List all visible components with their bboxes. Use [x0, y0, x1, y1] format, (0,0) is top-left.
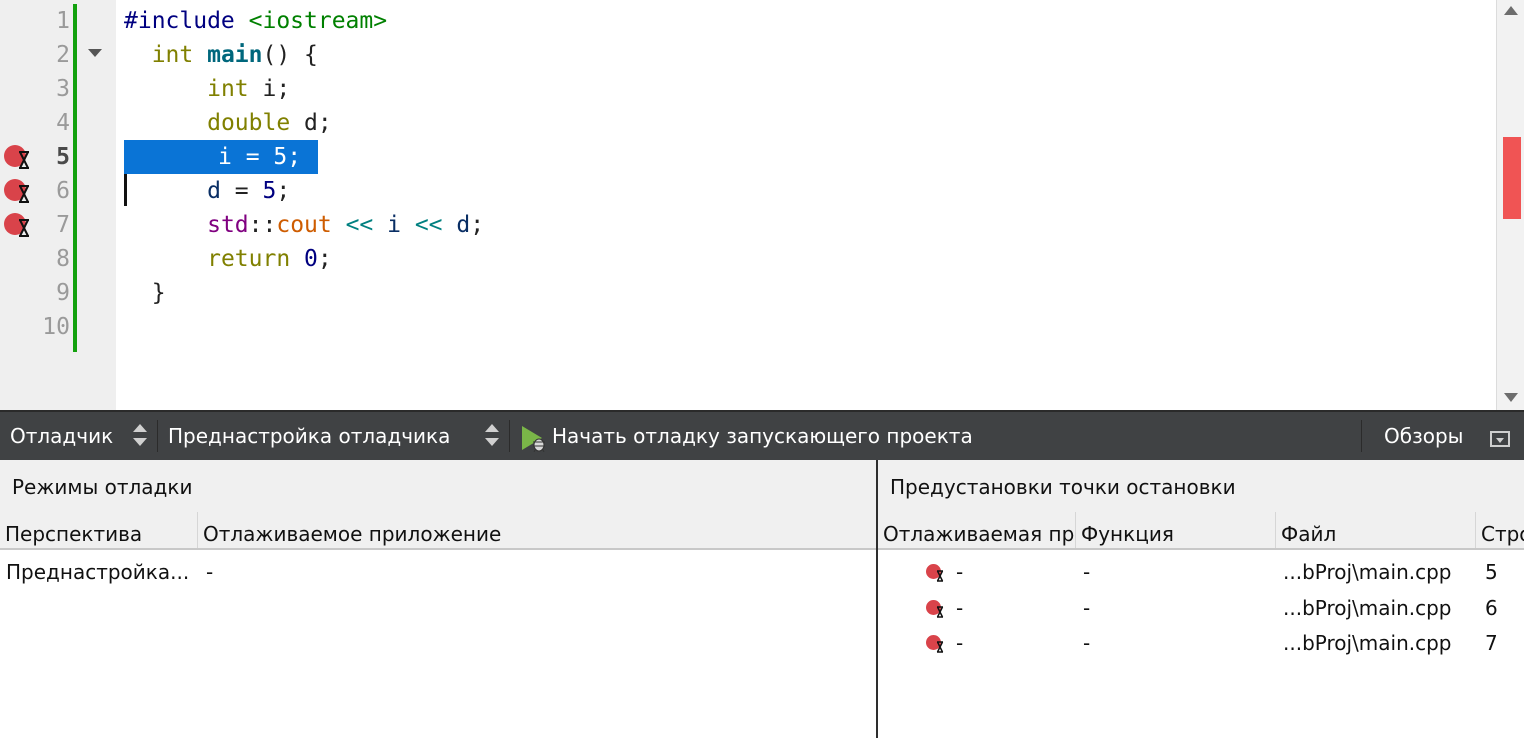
start-debug-button[interactable]: Начать отладку запускающего проекта	[552, 412, 973, 460]
toolbar-divider	[509, 420, 510, 452]
column-header-debugged-app[interactable]: Отлаживаемая пр	[878, 512, 1076, 548]
breakpoint-presets-header: Отлаживаемая пр Функция Файл Стро	[878, 512, 1524, 550]
updown-arrows-icon[interactable]	[133, 424, 147, 448]
line-number: 7	[56, 212, 70, 238]
line-number: 10	[42, 314, 70, 340]
column-header-perspective[interactable]: Перспектива	[0, 512, 198, 548]
views-button[interactable]: Обзоры	[1384, 412, 1463, 460]
breakpoint-hourglass-icon[interactable]	[4, 145, 29, 169]
column-header-app[interactable]: Отлаживаемое приложение	[198, 512, 876, 548]
line-number-current: 5	[56, 144, 70, 170]
breakpoint-hourglass-icon[interactable]	[4, 213, 29, 237]
start-debug-icon[interactable]	[520, 424, 548, 452]
debugger-toolbar: Отладчик Преднастройка отладчика Начать …	[0, 410, 1524, 460]
editor-gutter[interactable]: 1 2 3 4 5 6 7 8 9 10	[0, 0, 116, 410]
scrollbar-marker	[1503, 137, 1521, 219]
debugger-combo-label: Отладчик	[10, 424, 114, 448]
cell-line: 5	[1485, 560, 1498, 584]
breakpoint-hourglass-icon[interactable]	[4, 179, 29, 203]
line-number: 1	[56, 8, 70, 34]
breakpoint-hourglass-icon	[926, 600, 946, 620]
cell-file: ...bProj\main.cpp	[1283, 631, 1452, 655]
cell-line: 6	[1485, 596, 1498, 620]
code-editor[interactable]: 1 2 3 4 5 6 7 8 9 10 i = 5; #include <io…	[0, 0, 1524, 410]
breakpoint-hourglass-icon	[926, 635, 946, 655]
debug-modes-header: Перспектива Отлаживаемое приложение	[0, 512, 876, 550]
preset-combo-label: Преднастройка отладчика	[168, 424, 451, 448]
line-number: 9	[56, 280, 70, 306]
editor-scrollbar[interactable]	[1496, 0, 1524, 410]
selected-code[interactable]: i = 5;	[218, 140, 301, 174]
code-line[interactable]: int i;	[124, 72, 290, 106]
cell-app: -	[956, 631, 964, 655]
views-label: Обзоры	[1384, 424, 1464, 448]
preset-combo[interactable]: Преднастройка отладчика	[168, 412, 450, 460]
cell-function: -	[1083, 631, 1091, 655]
column-header-file[interactable]: Файл	[1276, 512, 1476, 548]
cell-function: -	[1083, 596, 1091, 620]
code-line[interactable]: int main() {	[124, 38, 318, 72]
debug-modes-title: Режимы отладки	[0, 460, 876, 512]
cell-line: 7	[1485, 631, 1498, 655]
scroll-down-icon[interactable]	[1504, 393, 1518, 402]
cell-file: ...bProj\main.cpp	[1283, 596, 1452, 620]
toolbar-divider	[157, 420, 158, 452]
line-number: 4	[56, 110, 70, 136]
line-number: 2	[56, 42, 70, 68]
breakpoint-presets-title: Предустановки точки остановки	[878, 460, 1524, 512]
scroll-up-icon[interactable]	[1504, 6, 1518, 15]
code-line[interactable]: return 0;	[124, 242, 332, 276]
code-line[interactable]: double d;	[124, 106, 332, 140]
cell-perspective: Преднастройка...	[6, 560, 190, 584]
line-number: 8	[56, 246, 70, 272]
updown-arrows-icon[interactable]	[485, 424, 499, 448]
cell-file: ...bProj\main.cpp	[1283, 560, 1452, 584]
collapse-pane-icon[interactable]	[1490, 431, 1510, 447]
fold-arrow-icon[interactable]	[88, 49, 102, 57]
code-line[interactable]: std::cout << i << d;	[124, 208, 484, 242]
cell-app: -	[206, 560, 214, 584]
debugger-combo[interactable]: Отладчик	[10, 412, 113, 460]
code-line[interactable]: }	[124, 276, 166, 310]
line-number: 6	[56, 178, 70, 204]
column-header-function[interactable]: Функция	[1076, 512, 1276, 548]
cell-app: -	[956, 596, 964, 620]
start-debug-label: Начать отладку запускающего проекта	[552, 424, 973, 448]
line-number: 3	[56, 76, 70, 102]
breakpoint-hourglass-icon	[926, 564, 946, 584]
cell-function: -	[1083, 560, 1091, 584]
toolbar-divider	[1361, 420, 1362, 452]
column-header-line[interactable]: Стро	[1476, 512, 1524, 548]
change-indicator-bar	[73, 4, 77, 352]
code-line[interactable]: d = 5;	[124, 174, 290, 208]
code-line[interactable]: #include <iostream>	[124, 4, 387, 38]
cell-app: -	[956, 560, 964, 584]
